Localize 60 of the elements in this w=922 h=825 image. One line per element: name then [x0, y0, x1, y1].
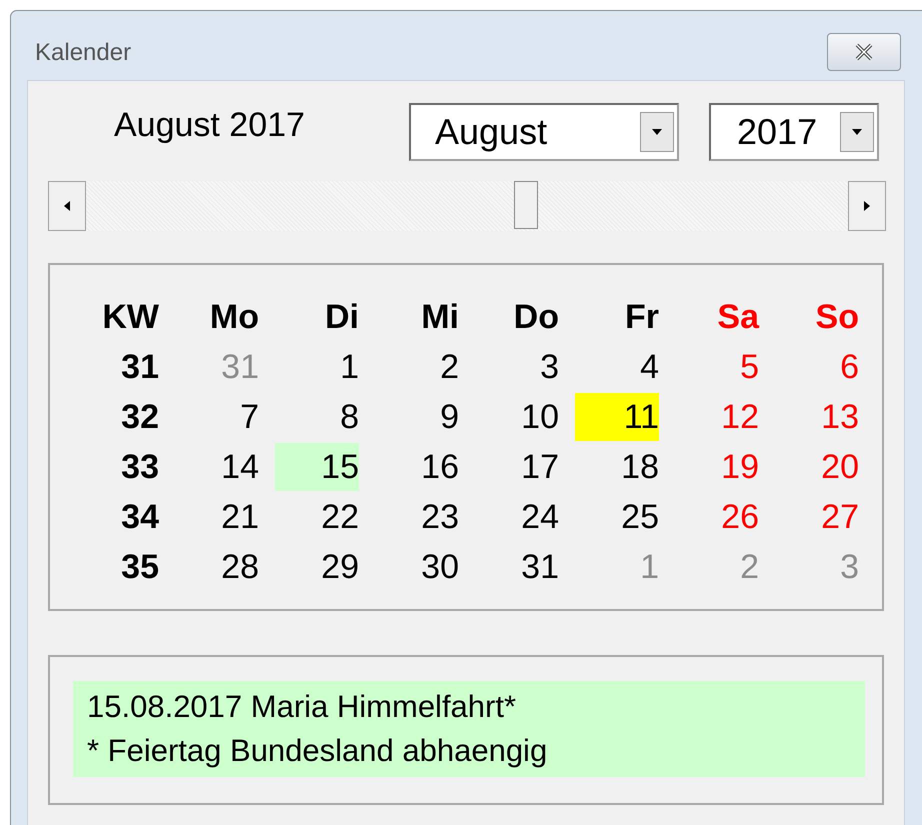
- day-cell[interactable]: 21: [175, 493, 259, 541]
- week-number: 31: [120, 347, 159, 388]
- day-cell[interactable]: 30: [375, 543, 459, 591]
- week-number: 32: [120, 397, 159, 438]
- day-cell[interactable]: 4: [575, 343, 659, 391]
- day-cell[interactable]: 10: [475, 393, 559, 441]
- day-cell[interactable]: 31: [475, 543, 559, 591]
- day-cell[interactable]: 19: [675, 443, 759, 491]
- day-cell[interactable]: 22: [275, 493, 359, 541]
- weekday-header: So: [814, 297, 859, 338]
- day-cell[interactable]: 1: [275, 343, 359, 391]
- close-button[interactable]: [827, 32, 901, 70]
- weekday-header: Di: [324, 297, 359, 338]
- day-cell[interactable]: 24: [475, 493, 559, 541]
- weekday-header: Sa: [716, 297, 759, 338]
- weekday-header: Do: [512, 297, 559, 338]
- day-cell[interactable]: 8: [275, 393, 359, 441]
- day-cell[interactable]: 11: [575, 393, 659, 441]
- day-cell[interactable]: 6: [775, 343, 859, 391]
- day-cell[interactable]: 13: [775, 393, 859, 441]
- day-cell[interactable]: 3: [475, 343, 559, 391]
- week-number: 34: [120, 497, 159, 538]
- day-cell[interactable]: 17: [475, 443, 559, 491]
- window-title: Kalender: [35, 38, 132, 66]
- day-cell[interactable]: 27: [775, 493, 859, 541]
- day-cell[interactable]: 29: [275, 543, 359, 591]
- caret-icon: [652, 129, 662, 135]
- month-scrollbar[interactable]: [48, 181, 886, 231]
- day-cell[interactable]: 28: [175, 543, 259, 591]
- week-number: 35: [120, 547, 159, 588]
- scroll-left-button[interactable]: [48, 181, 86, 231]
- month-dropdown[interactable]: August: [409, 103, 679, 161]
- close-icon: [854, 42, 874, 60]
- holiday-text: 15.08.2017 Maria Himmelfahrt*: [87, 688, 518, 726]
- day-cell[interactable]: 5: [675, 343, 759, 391]
- left-arrow-icon: [64, 201, 70, 211]
- holiday-text: * Feiertag Bundesland abhaengig: [87, 732, 548, 770]
- day-cell[interactable]: 12: [675, 393, 759, 441]
- day-cell[interactable]: 23: [375, 493, 459, 541]
- weekday-header: Mi: [420, 297, 459, 338]
- caret-icon: [852, 129, 862, 135]
- year-dropdown[interactable]: 2017: [709, 103, 879, 161]
- day-cell[interactable]: 7: [175, 393, 259, 441]
- day-cell[interactable]: 9: [375, 393, 459, 441]
- month-heading: August 2017: [113, 106, 306, 144]
- day-cell[interactable]: 18: [575, 443, 659, 491]
- right-arrow-icon: [864, 201, 870, 211]
- weekday-header: Mo: [208, 297, 259, 338]
- day-cell[interactable]: 2: [375, 343, 459, 391]
- day-cell[interactable]: 26: [675, 493, 759, 541]
- day-cell[interactable]: 14: [175, 443, 259, 491]
- day-cell[interactable]: 25: [575, 493, 659, 541]
- day-cell[interactable]: 20: [775, 443, 859, 491]
- weekday-header: KW: [101, 297, 159, 338]
- day-cell[interactable]: 16: [375, 443, 459, 491]
- weekday-header: Fr: [624, 297, 659, 338]
- day-cell[interactable]: 15: [275, 443, 359, 491]
- week-number: 33: [120, 447, 159, 488]
- scroll-right-button[interactable]: [848, 181, 886, 231]
- scroll-thumb[interactable]: [514, 181, 538, 229]
